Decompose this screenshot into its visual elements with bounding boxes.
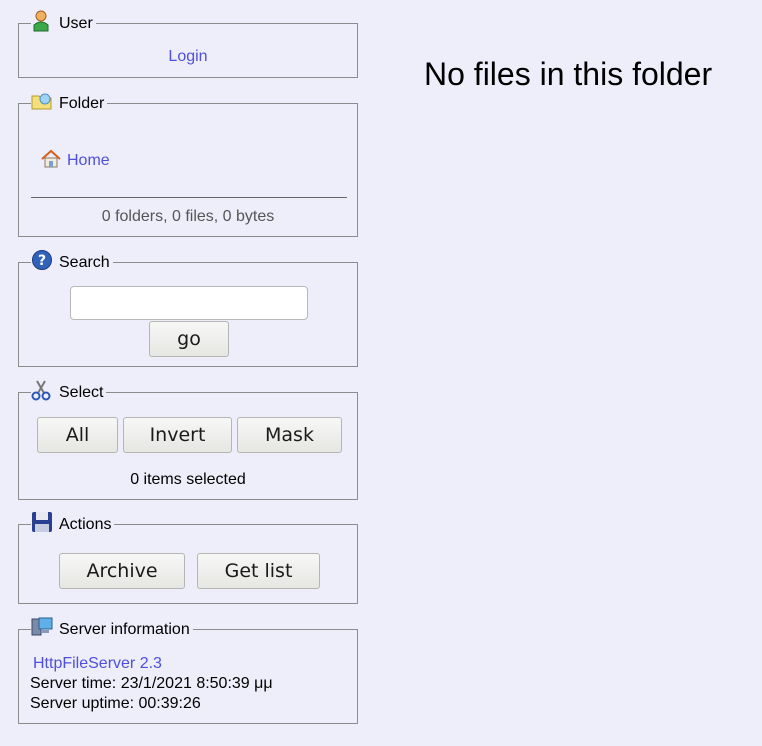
user-title: User [59, 15, 93, 32]
server-info-title: Server information [59, 621, 190, 638]
server-uptime: Server uptime: 00:39:26 [30, 695, 201, 712]
server-info-panel: Server information HttpFileServer 2.3 Se… [18, 616, 358, 724]
actions-title: Actions [59, 516, 112, 533]
home-link[interactable]: Home [67, 152, 110, 170]
server-software-link[interactable]: HttpFileServer 2.3 [33, 654, 273, 674]
get-list-button[interactable]: Get list [197, 553, 320, 589]
archive-button[interactable]: Archive [59, 553, 185, 589]
save-icon [31, 511, 53, 535]
mask-button[interactable]: Mask [237, 417, 342, 453]
select-all-button[interactable]: All [37, 417, 118, 453]
search-panel: ? Search go [18, 249, 358, 367]
server-time: Server time: 23/1/2021 8:50:39 μμ [30, 675, 273, 692]
login-link[interactable]: Login [168, 48, 207, 65]
select-legend: Select [31, 379, 107, 403]
empty-folder-message: No files in this folder [424, 56, 713, 92]
breadcrumb-home[interactable]: Home [40, 148, 110, 170]
server-info-legend: Server information [31, 616, 193, 640]
home-icon [40, 148, 62, 170]
svg-text:?: ? [38, 253, 46, 269]
actions-legend: Actions [31, 511, 115, 535]
user-panel: User Login [18, 10, 358, 78]
folder-divider [31, 197, 347, 198]
select-panel: Select All Invert Mask 0 items selected [18, 379, 358, 500]
go-button[interactable]: go [149, 321, 229, 357]
help-icon: ? [31, 249, 53, 273]
search-input[interactable] [70, 286, 308, 320]
user-icon [31, 10, 53, 34]
folder-title: Folder [59, 95, 105, 112]
actions-panel: Actions Archive Get list [18, 511, 358, 604]
selection-status: 0 items selected [130, 471, 246, 488]
folder-icon [31, 90, 53, 114]
invert-selection-button[interactable]: Invert [123, 417, 232, 453]
search-title: Search [59, 254, 110, 271]
user-legend: User [31, 10, 96, 34]
folder-legend: Folder [31, 90, 108, 114]
select-title: Select [59, 384, 104, 401]
folder-summary: 0 folders, 0 files, 0 bytes [101, 208, 275, 225]
scissors-icon [31, 379, 53, 403]
folder-panel: Folder Home 0 folders, 0 files, 0 bytes [18, 90, 358, 237]
search-legend: ? Search [31, 249, 113, 273]
computer-icon [31, 616, 53, 640]
